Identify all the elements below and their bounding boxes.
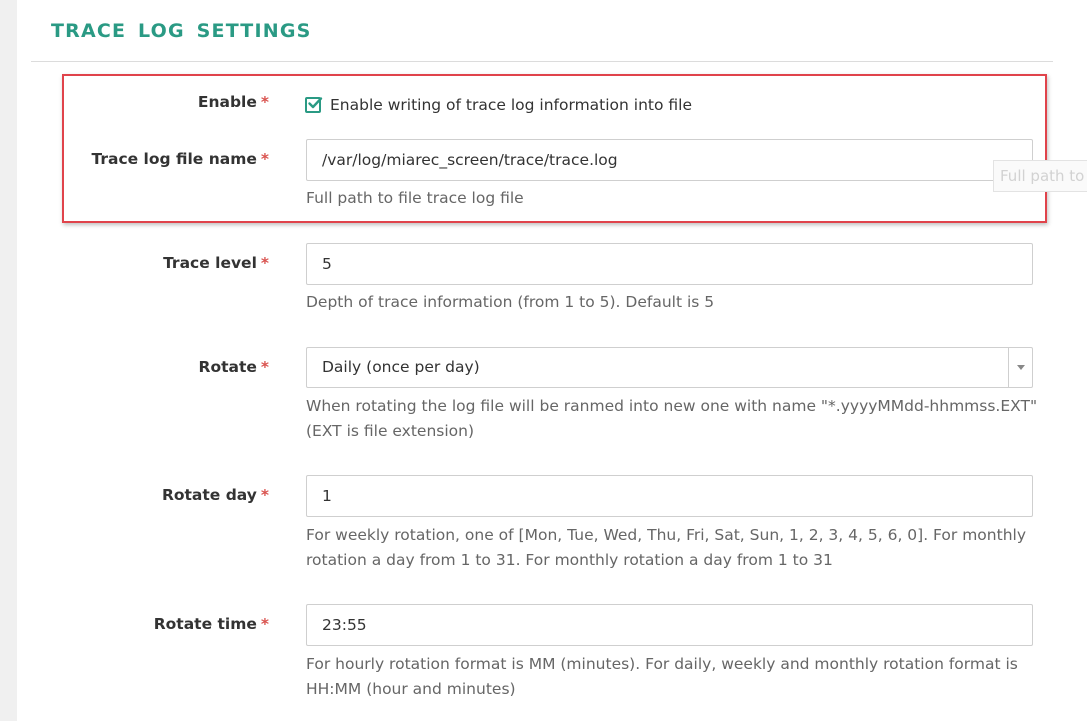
section-divider	[31, 61, 1053, 62]
required-marker: *	[260, 615, 269, 633]
rotate-time-help-line1: For hourly rotation format is MM (minute…	[306, 655, 1018, 673]
rotate-help-line2: (EXT is file extension)	[306, 422, 475, 440]
rotate-select-toggle[interactable]	[1008, 348, 1032, 387]
caret-down-icon	[1017, 365, 1025, 370]
highlight-annotation	[62, 74, 1047, 223]
rotate-day-label: Rotate day *	[162, 486, 269, 504]
trace-level-input[interactable]: 5	[306, 243, 1033, 285]
required-marker: *	[260, 358, 269, 376]
rotate-label: Rotate *	[199, 358, 269, 376]
rotate-select-value: Daily (once per day)	[322, 358, 480, 376]
rotate-day-input[interactable]: 1	[306, 475, 1033, 517]
trace-level-label: Trace level *	[163, 254, 269, 272]
rotate-time-help-line2: HH:MM (hour and minutes)	[306, 680, 516, 698]
section-title: TRACE LOG SETTINGS	[51, 20, 312, 42]
rotate-time-label-text: Rotate time	[153, 615, 257, 633]
rotate-select[interactable]: Daily (once per day)	[306, 347, 1033, 388]
trace-level-label-text: Trace level	[163, 254, 257, 272]
rotate-time-label: Rotate time *	[154, 615, 269, 633]
rotate-day-label-text: Rotate day	[161, 486, 257, 504]
required-marker: *	[260, 486, 269, 504]
rotate-label-text: Rotate	[198, 358, 257, 376]
trace-level-help: Depth of trace information (from 1 to 5)…	[306, 293, 715, 311]
rotate-help-line1: When rotating the log file will be ranme…	[306, 397, 1038, 415]
rotate-time-input[interactable]: 23:55	[306, 604, 1033, 646]
required-marker: *	[260, 254, 269, 272]
rotate-day-help-line2: rotation a day from 1 to 31. For monthly…	[306, 551, 833, 569]
input-tooltip: Full path to	[993, 160, 1087, 192]
rotate-day-help-line1: For weekly rotation, one of [Mon, Tue, W…	[306, 526, 1026, 544]
